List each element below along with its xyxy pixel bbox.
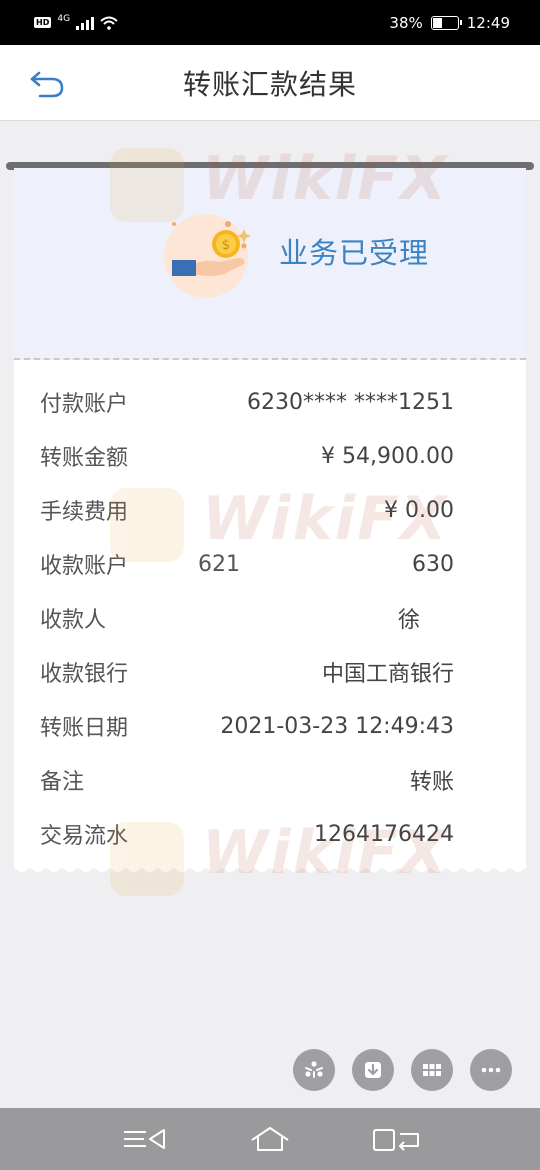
- network-type: 4G: [57, 13, 71, 24]
- row-label: 手续费用: [40, 500, 129, 525]
- menu-back-icon[interactable]: [120, 1124, 172, 1154]
- grid-icon: [423, 1064, 441, 1076]
- hand-coin-icon: $: [164, 214, 251, 298]
- receipt-edge: [14, 864, 526, 873]
- row-value: ¥ 0.00: [384, 497, 454, 523]
- row-value: 2021-03-23 12:49:43: [220, 713, 454, 739]
- status-bar: HD 4G 38% 12:49: [0, 0, 540, 45]
- result-message: 业务已受理: [279, 236, 430, 270]
- page-title: 转账汇款结果: [182, 67, 357, 101]
- more-button[interactable]: [470, 1049, 512, 1091]
- detail-row-payee-account: 收款账户 621 630: [40, 544, 454, 584]
- clock: 12:49: [466, 13, 510, 32]
- row-label: 收款账户: [40, 554, 129, 579]
- row-label: 转账金额: [40, 446, 129, 471]
- row-value: 转账: [409, 770, 454, 795]
- status-right: 38% 12:49: [389, 14, 510, 32]
- recent-apps-icon[interactable]: [370, 1124, 422, 1154]
- detail-row-amount: 转账金额 ¥ 54,900.00: [40, 436, 454, 476]
- detail-row-note: 备注 转账: [40, 760, 454, 800]
- detail-row-date: 转账日期 2021-03-23 12:49:43: [40, 706, 454, 746]
- svg-text:$: $: [222, 238, 230, 253]
- detail-row-payee: 收款人 徐: [40, 598, 454, 638]
- row-label: 交易流水: [40, 824, 129, 849]
- app-header: 转账汇款结果: [0, 45, 540, 121]
- detail-row-serial: 交易流水 1264176424: [40, 814, 454, 854]
- download-icon: [365, 1062, 381, 1078]
- more-icon: [481, 1067, 501, 1073]
- row-value: ¥ 54,900.00: [321, 443, 454, 469]
- row-value-prefix: 621: [198, 551, 240, 577]
- result-panel: $ 业务已受理: [14, 168, 526, 358]
- system-nav-bar: [0, 1108, 540, 1170]
- hd-badge: HD: [34, 17, 52, 28]
- wifi-icon: [100, 16, 118, 30]
- detail-row-fee: 手续费用 ¥ 0.00: [40, 490, 454, 530]
- detail-row-payee-bank: 收款银行 中国工商银行: [40, 652, 454, 692]
- row-label: 收款银行: [40, 662, 129, 687]
- row-label: 付款账户: [40, 392, 129, 417]
- row-value: 中国工商银行: [321, 662, 454, 687]
- row-value: 630: [412, 551, 454, 577]
- status-left: HD 4G: [34, 13, 118, 30]
- apps-button[interactable]: [411, 1049, 453, 1091]
- detail-row-payer-account: 付款账户 6230**** ****1251: [40, 382, 454, 422]
- row-value: 1264176424: [314, 821, 454, 847]
- row-label: 转账日期: [40, 716, 129, 741]
- row-label: 备注: [40, 770, 85, 795]
- share-button[interactable]: [293, 1049, 335, 1091]
- row-label: 收款人: [40, 608, 107, 633]
- row-value: 徐: [397, 608, 420, 633]
- home-icon[interactable]: [244, 1124, 296, 1154]
- back-arrow-icon[interactable]: [28, 65, 68, 101]
- signal-icon: [76, 16, 95, 30]
- battery-icon: [430, 15, 462, 30]
- share-icon: [305, 1061, 323, 1078]
- battery-percent: 38%: [389, 13, 423, 32]
- download-button[interactable]: [352, 1049, 394, 1091]
- row-value: 6230**** ****1251: [247, 389, 454, 415]
